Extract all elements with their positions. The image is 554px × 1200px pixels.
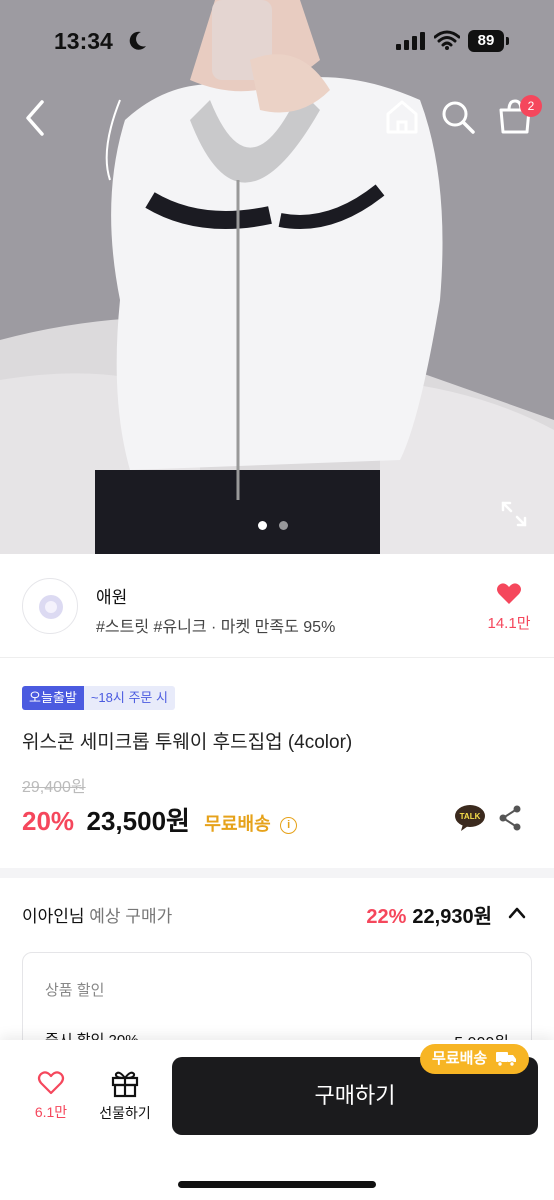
gallery-dot [279,521,288,530]
price-row: 20% 23,500원 무료배송 i [22,801,298,836]
gift-icon [111,1071,139,1098]
battery-tip [506,37,509,45]
wifi-icon [434,30,460,50]
discount-box-header: 상품 할인 [45,982,105,999]
member-name: 이아인님 [22,907,85,926]
discount-rate: 20% [22,806,75,836]
battery-indicator: 89 [468,30,504,52]
gift-label: 선물하기 [99,1105,151,1121]
expected-price-label: 이아인님 예상 구매가 [22,902,172,927]
expand-icon[interactable] [500,500,528,528]
kakao-talk-icon[interactable]: TALK [454,804,486,832]
store-like-heart-icon[interactable] [496,582,522,606]
gallery-dot-active [258,521,267,530]
like-count: 6.1만 [34,1104,68,1120]
store-name[interactable]: 애원 [96,583,127,608]
kakao-talk-text: TALK [460,812,481,821]
info-icon[interactable]: i [280,817,298,834]
signal-icon [396,32,425,50]
expected-price-caption: 예상 구매가 [89,907,173,926]
original-price: 29,400원 [22,779,86,796]
expected-price-value: 22,930원 [412,906,492,928]
product-image-gallery[interactable]: 13:34 89 2 [0,0,554,554]
section-divider [0,868,554,878]
cart-count-badge: 2 [520,95,542,117]
store-tags: #스트릿 #유니크 · 마켓 만족도 95% [96,619,336,636]
home-indicator [178,1181,376,1188]
status-bar: 13:34 89 [0,0,554,80]
product-photo [0,0,554,554]
chevron-up-icon[interactable] [506,902,528,924]
sale-price: 23,500원 [86,806,190,836]
free-shipping-badge-label: 무료배송 [432,1050,488,1067]
today-ship-badge: 오늘출발 [22,686,84,710]
like-button[interactable]: 6.1만 [22,1070,80,1130]
free-shipping-badge: 무료배송 [420,1044,530,1074]
order-cutoff-badge: ~18시 주문 시 [83,686,175,710]
home-icon[interactable] [384,98,420,136]
gallery-page-indicator [258,517,300,535]
store-logo[interactable] [22,578,78,634]
free-shipping-label: 무료배송 [204,814,271,834]
back-arrow-icon[interactable] [20,98,50,138]
store-like-count: 14.1만 [487,615,531,632]
bottom-action-bar: 6.1만 선물하기 구매하기 무료배송 [0,1040,554,1200]
status-time: 13:34 [54,28,113,54]
truck-icon [496,1052,517,1067]
store-row[interactable]: 애원 #스트릿 #유니크 · 마켓 만족도 95% 14.1만 [0,554,554,658]
share-icon[interactable] [498,805,522,831]
delivery-badges: 오늘출발 ~18시 주문 시 [22,686,175,710]
moon-icon [129,31,146,50]
store-logo-mark [39,595,63,619]
expected-price: 22% 22,930원 [366,900,492,929]
search-icon[interactable] [440,98,476,136]
product-title: 위스콘 세미크롭 투웨이 후드집업 (4color) [22,732,353,753]
expected-discount: 22% [366,906,407,928]
gift-button[interactable]: 선물하기 [90,1068,160,1130]
heart-outline-icon [37,1071,65,1095]
